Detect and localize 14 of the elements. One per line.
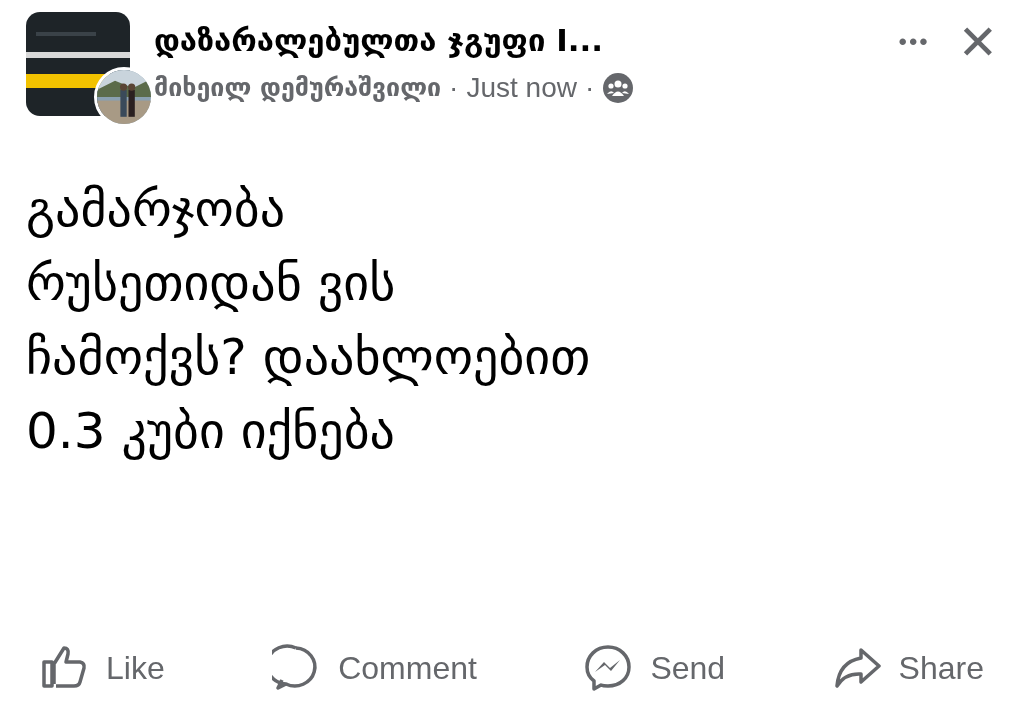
share-button[interactable]: Share [832, 644, 984, 692]
send-button[interactable]: Send [584, 644, 726, 692]
post-text: გამარჯობა რუსეთიდან ვის ჩამოქვს? დაახლოებით 0.3 კუბი იქნება [25, 179, 592, 462]
group-name[interactable]: დაზარალებულთა ჯგუფი I... [154, 18, 774, 62]
close-button[interactable]: ✕ [957, 18, 998, 66]
like-button[interactable]: Like [40, 644, 165, 692]
timestamp[interactable]: Just now [466, 70, 577, 106]
author-name[interactable]: მიხეილ დემურაშვილი [154, 70, 442, 106]
more-button[interactable]: ••• [898, 24, 930, 60]
separator: · [584, 71, 595, 105]
separator: · [449, 71, 459, 105]
messenger-icon [584, 644, 633, 692]
comment-button[interactable]: Comment [272, 644, 477, 692]
group-icon [602, 72, 635, 104]
